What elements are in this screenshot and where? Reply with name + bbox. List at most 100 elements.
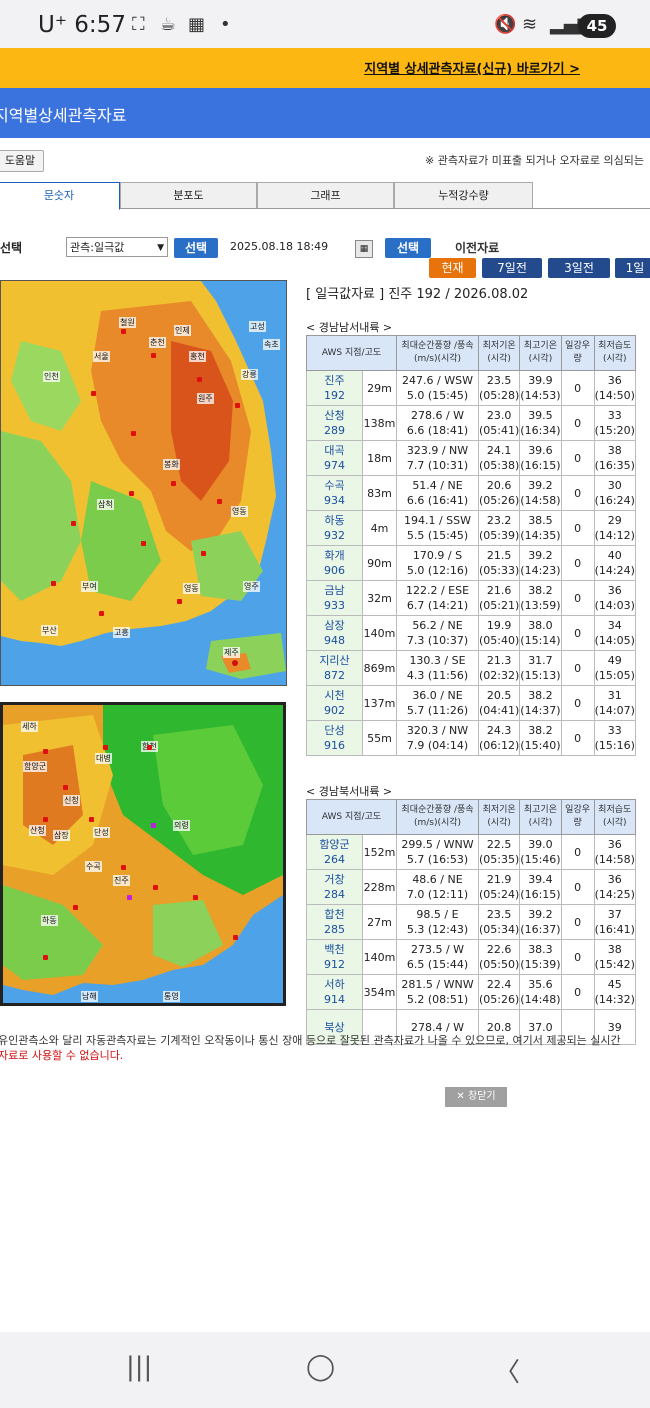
station-marker[interactable]	[43, 955, 48, 960]
select-button[interactable]: 선택	[174, 238, 218, 258]
station-marker[interactable]	[217, 499, 222, 504]
station-marker[interactable]	[197, 377, 202, 382]
station-cell[interactable]: 진주 192	[306, 370, 363, 406]
station-cell[interactable]: 지리산 872	[306, 650, 363, 686]
back-icon[interactable]: 〈	[494, 1352, 520, 1389]
date-select-button[interactable]: 선택	[385, 238, 431, 258]
table-row[interactable]: 삼장 948 140m 56.2 / NE 7.3 (10:37) 19.9 (05:40)…	[306, 615, 636, 651]
cell-value: 24.3	[486, 724, 512, 737]
station-marker[interactable]	[153, 885, 158, 890]
map-label: 신청	[63, 795, 80, 806]
now-button[interactable]: 현재	[429, 258, 476, 278]
station-cell[interactable]: 산청 289	[306, 405, 363, 441]
table-cell: 36 (14:25)	[593, 869, 636, 905]
table-row[interactable]: 화개 906 90m 170.9 / S 5.0 (12:16) 21.5 (05:33) 3…	[306, 545, 636, 581]
station-cell[interactable]: 시천 902	[306, 685, 363, 721]
close-button[interactable]: ✕ 창닫기	[445, 1087, 507, 1107]
station-marker[interactable]	[99, 611, 104, 616]
station-cell[interactable]: 삼장 948	[306, 615, 363, 651]
table-row[interactable]: 산청 289 138m 278.6 / W 6.6 (18:41) 23.0 (05:41)…	[306, 405, 636, 441]
station-marker[interactable]	[193, 895, 198, 900]
table-row[interactable]: 금남 933 32m 122.2 / ESE 6.7 (14:21) 21.6 (05:21…	[306, 580, 636, 616]
help-button[interactable]: 도움말	[0, 150, 44, 172]
table-row[interactable]: 시천 902 137m 36.0 / NE 5.7 (11:26) 20.5 (04:41)…	[306, 685, 636, 721]
table-row[interactable]: 하동 932 4m 194.1 / SSW 5.5 (15:45) 23.2 (05:39)…	[306, 510, 636, 546]
station-marker[interactable]	[151, 823, 156, 828]
station-cell[interactable]: 하동 932	[306, 510, 363, 546]
station-marker[interactable]	[71, 521, 76, 526]
tab-text[interactable]: 문숫자	[0, 182, 120, 210]
station-marker[interactable]	[89, 817, 94, 822]
table-row[interactable]: 서하 914 354m 281.5 / WNW 5.2 (08:51) 22.4 (05:2…	[306, 974, 636, 1010]
station-marker[interactable]	[147, 745, 152, 750]
station-cell[interactable]: 수곡 934	[306, 475, 363, 511]
station-cell[interactable]: 단성 916	[306, 720, 363, 756]
station-marker[interactable]	[177, 599, 182, 604]
table-cell: 33 (15:16)	[593, 720, 636, 756]
station-marker[interactable]	[233, 935, 238, 940]
1day-button[interactable]: 1일	[615, 258, 650, 278]
dot-icon: •	[220, 14, 231, 35]
map-label: 통영	[163, 991, 180, 1002]
station-cell[interactable]: 대곡 974	[306, 440, 363, 476]
table-cell: 37 (16:41)	[593, 904, 636, 940]
station-cell[interactable]: 금남 933	[306, 580, 363, 616]
7days-button[interactable]: 7일전	[482, 258, 542, 278]
obs-type-select[interactable]: 관측:일극값 ▼	[66, 237, 168, 257]
station-marker[interactable]	[141, 541, 146, 546]
station-marker[interactable]	[235, 403, 240, 408]
station-marker[interactable]	[131, 431, 136, 436]
station-cell[interactable]: 거창 284	[306, 869, 363, 905]
table-row[interactable]: 함양군 264 152m 299.5 / WNW 5.7 (16:53) 22.5 (05:…	[306, 834, 636, 870]
recent-apps-icon[interactable]: |||	[126, 1352, 152, 1382]
table-row[interactable]: 단성 916 55m 320.3 / NW 7.9 (04:14) 24.3 (06:12)…	[306, 720, 636, 756]
previous-data-label[interactable]: 이전자료	[455, 239, 499, 256]
station-cell[interactable]: 화개 906	[306, 545, 363, 581]
station-marker[interactable]	[103, 745, 108, 750]
station-marker[interactable]	[63, 785, 68, 790]
korea-map[interactable]: 철원 인제 고성 속초 인천 춘천 홍천 강릉 서울 원주 봉화 삼척 영동 부…	[0, 280, 287, 686]
station-marker[interactable]	[201, 551, 206, 556]
table-row[interactable]: 백천 912 140m 273.5 / W 6.5 (15:44) 22.6 (05:50)…	[306, 939, 636, 975]
cell-value: 7.0 (12:11)	[406, 888, 469, 901]
detail-link[interactable]: 지역별 상세관측자료(신규) 바로가기 >	[364, 58, 580, 77]
table-row[interactable]: 거창 284 228m 48.6 / NE 7.0 (12:11) 21.9 (05:24)…	[306, 869, 636, 905]
station-marker[interactable]	[129, 491, 134, 496]
cell-value: (05:33)	[479, 564, 520, 577]
station-cell[interactable]: 서하 914	[306, 974, 363, 1010]
table-cell: 247.6 / WSW 5.0 (15:45)	[396, 370, 479, 406]
station-marker[interactable]	[121, 329, 126, 334]
station-cell[interactable]: 함양군 264	[306, 834, 363, 870]
station-cell[interactable]: 백천 912	[306, 939, 363, 975]
station-marker[interactable]	[127, 895, 132, 900]
table-row[interactable]: 수곡 934 83m 51.4 / NE 6.6 (16:41) 20.6 (05:26) 3…	[306, 475, 636, 511]
3days-button[interactable]: 3일전	[548, 258, 610, 278]
cell-value: 0	[574, 845, 582, 859]
cell-value: 36	[607, 584, 622, 597]
station-marker[interactable]	[43, 817, 48, 822]
table-row[interactable]: 합천 285 27m 98.5 / E 5.3 (12:43) 23.5 (05:34) 39…	[306, 904, 636, 940]
station-marker[interactable]	[73, 905, 78, 910]
tab-distribution[interactable]: 분포도	[120, 182, 257, 208]
regional-map[interactable]: 세하 함양군 대병 함천 신청 산청 삼장 단성 의령 진주 수곡 하동 남해 …	[0, 702, 286, 1006]
date-field[interactable]: 2025.08.18 18:49	[226, 238, 358, 256]
cell-value: 5.3 (12:43)	[406, 923, 469, 936]
disclaimer: 유인관측소와 달리 자동관측자료는 기계적인 오작동이나 통신 장애 등으로 잘…	[0, 1034, 621, 1062]
station-marker[interactable]	[121, 865, 126, 870]
calendar-icon[interactable]: ▦	[355, 240, 373, 258]
cell-value: (05:35)	[479, 853, 520, 866]
tab-graph[interactable]: 그래프	[257, 182, 394, 208]
tab-cumulative-rain[interactable]: 누적강수량	[394, 182, 533, 208]
station-cell[interactable]: 합천 285	[306, 904, 363, 940]
station-marker[interactable]	[91, 391, 96, 396]
station-marker[interactable]	[151, 353, 156, 358]
table-row[interactable]: 대곡 974 18m 323.9 / NW 7.7 (10:31) 24.1 (05:38)…	[306, 440, 636, 476]
station-marker[interactable]	[51, 581, 56, 586]
table-cell: 0	[560, 834, 595, 870]
station-marker[interactable]	[43, 749, 48, 754]
table-row[interactable]: 지리산 872 869m 130.3 / SE 4.3 (11:56) 21.3 (02:3…	[306, 650, 636, 686]
column-header: 최저기온 (시각)	[477, 799, 521, 835]
station-marker[interactable]	[171, 481, 176, 486]
table-row[interactable]: 진주 192 29m 247.6 / WSW 5.0 (15:45) 23.5 (05:28…	[306, 370, 636, 406]
home-icon[interactable]: ◯	[306, 1352, 335, 1382]
